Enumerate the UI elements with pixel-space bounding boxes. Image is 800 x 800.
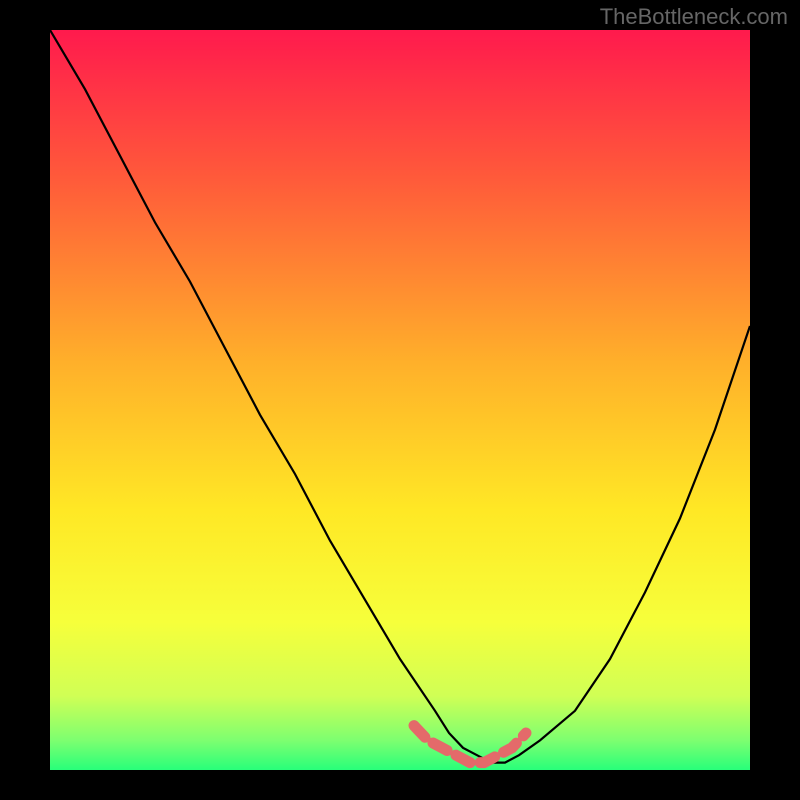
curve-overlay xyxy=(50,30,750,770)
plot-frame xyxy=(50,30,750,770)
sweet-spot-path xyxy=(414,726,526,763)
penalty-curve-path xyxy=(50,30,750,763)
attribution-text: TheBottleneck.com xyxy=(600,4,788,30)
